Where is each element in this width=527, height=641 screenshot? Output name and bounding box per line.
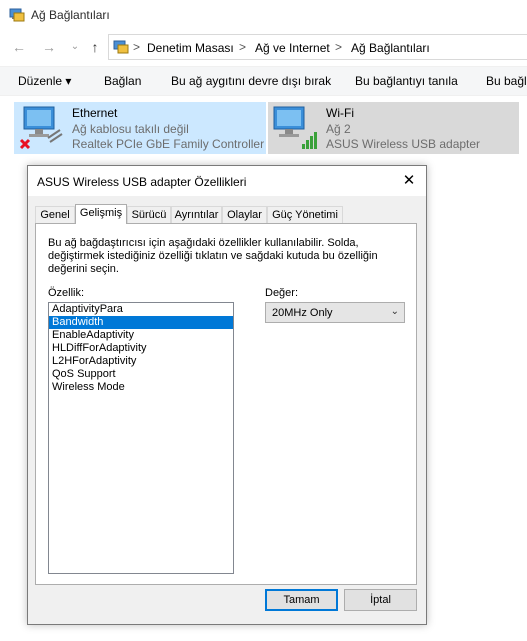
command-bar: Düzenle ▾ Bağlan Bu ağ aygıtını devre dı… bbox=[0, 66, 527, 96]
connect-button[interactable]: Bağlan bbox=[104, 74, 141, 88]
address-box[interactable]: > Denetim Masası > Ağ ve Internet > Ağ B… bbox=[108, 34, 527, 60]
breadcrumb-network-internet[interactable]: Ağ ve Internet bbox=[255, 41, 330, 55]
adapter-properties-dialog: ASUS Wireless USB adapter Özellikleri ✕ … bbox=[27, 165, 427, 625]
breadcrumb-network-connections[interactable]: Ağ Bağlantıları bbox=[351, 41, 430, 55]
diagnose-connection-button[interactable]: Bu bağlantıyı tanıla bbox=[355, 74, 458, 88]
adapter-ethernet[interactable]: Ethernet Ağ kablosu takılı değil Realtek… bbox=[14, 102, 266, 154]
control-panel-icon bbox=[113, 40, 129, 54]
advanced-description: Bu ağ bağdaştırıcısı için aşağıdaki özel… bbox=[48, 237, 378, 275]
breadcrumb-control-panel[interactable]: Denetim Masası bbox=[147, 41, 234, 55]
close-icon[interactable]: ✕ bbox=[398, 170, 420, 192]
list-item[interactable]: AdaptivityPara bbox=[49, 303, 233, 316]
value-selected-text: 20MHz Only bbox=[272, 307, 333, 319]
breadcrumb-separator[interactable]: > bbox=[239, 40, 246, 54]
dialog-title: ASUS Wireless USB adapter Özellikleri bbox=[37, 175, 247, 189]
advanced-panel: Bu ağ bağdaştırıcısı için aşağıdaki özel… bbox=[35, 223, 417, 585]
dialog-title-bar: ASUS Wireless USB adapter Özellikleri ✕ bbox=[28, 166, 426, 196]
tab-general[interactable]: Genel bbox=[35, 206, 75, 223]
adapter-wifi[interactable]: Wi-Fi Ağ 2 ASUS Wireless USB adapter bbox=[268, 102, 519, 154]
tab-driver[interactable]: Sürücü bbox=[127, 206, 171, 223]
wifi-adapter-icon bbox=[273, 106, 317, 149]
network-connections-window: Ağ Bağlantıları ← → ⌄ ↑ > Denetim Masası… bbox=[0, 0, 527, 641]
property-list[interactable]: AdaptivityPara Bandwidth EnableAdaptivit… bbox=[48, 302, 234, 574]
tab-events[interactable]: Olaylar bbox=[222, 206, 267, 223]
list-item[interactable]: HLDiffForAdaptivity bbox=[49, 342, 233, 355]
ethernet-status: Ağ kablosu takılı değil bbox=[72, 122, 189, 136]
tab-details[interactable]: Ayrıntılar bbox=[171, 206, 222, 223]
tab-strip: Genel Gelişmiş Sürücü Ayrıntılar Olaylar… bbox=[35, 204, 419, 224]
cancel-button[interactable]: İptal bbox=[344, 589, 417, 611]
list-item[interactable]: EnableAdaptivity bbox=[49, 329, 233, 342]
breadcrumb-separator[interactable]: > bbox=[133, 40, 140, 54]
wifi-name: Wi-Fi bbox=[326, 106, 354, 120]
ethernet-device: Realtek PCIe GbE Family Controller bbox=[72, 137, 265, 151]
value-dropdown[interactable]: 20MHz Only ⌄ bbox=[265, 302, 405, 323]
list-item[interactable]: Wireless Mode bbox=[49, 381, 233, 394]
recent-locations-chevron-icon[interactable]: ⌄ bbox=[66, 38, 84, 56]
property-label: Özellik: bbox=[48, 287, 85, 299]
chevron-down-icon: ⌄ bbox=[390, 306, 399, 317]
window-title: Ağ Bağlantıları bbox=[31, 8, 110, 22]
up-arrow-icon[interactable]: ↑ bbox=[86, 38, 104, 56]
address-bar: ← → ⌄ ↑ > Denetim Masası > Ağ ve Interne… bbox=[0, 32, 527, 62]
rename-connection-button[interactable]: Bu bağl bbox=[486, 74, 527, 88]
wifi-status: Ağ 2 bbox=[326, 122, 351, 136]
disable-device-button[interactable]: Bu ağ aygıtını devre dışı bırak bbox=[171, 74, 331, 88]
tab-advanced[interactable]: Gelişmiş bbox=[75, 204, 127, 224]
network-connections-icon bbox=[9, 8, 25, 22]
list-item[interactable]: L2HForAdaptivity bbox=[49, 355, 233, 368]
wifi-device: ASUS Wireless USB adapter bbox=[326, 137, 481, 151]
list-item-selected[interactable]: Bandwidth bbox=[49, 316, 233, 329]
ok-button[interactable]: Tamam bbox=[265, 589, 338, 611]
tab-power-management[interactable]: Güç Yönetimi bbox=[267, 206, 343, 223]
title-bar: Ağ Bağlantıları bbox=[0, 0, 527, 30]
organize-button[interactable]: Düzenle ▾ bbox=[18, 74, 71, 88]
ethernet-disconnected-icon bbox=[19, 106, 63, 150]
back-arrow-icon[interactable]: ← bbox=[10, 38, 28, 56]
forward-arrow-icon[interactable]: → bbox=[40, 38, 58, 56]
value-label: Değer: bbox=[265, 287, 299, 299]
ethernet-name: Ethernet bbox=[72, 106, 118, 120]
list-item[interactable]: QoS Support bbox=[49, 368, 233, 381]
breadcrumb-separator[interactable]: > bbox=[335, 40, 342, 54]
